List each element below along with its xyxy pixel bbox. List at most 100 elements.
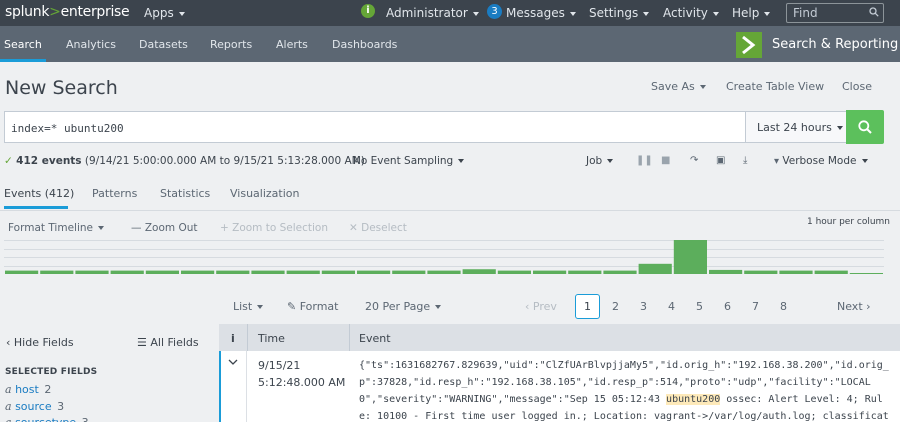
search-mode-menu[interactable]: ▾ Verbose Mode	[774, 155, 868, 167]
time-column-header[interactable]: Time	[258, 332, 285, 345]
info-column-header: i	[231, 332, 235, 345]
zoom-to-selection-button[interactable]: + Zoom to Selection	[220, 222, 328, 234]
timeline-bar[interactable]	[427, 270, 461, 274]
splunk-logo[interactable]: splunk>enterprise	[5, 4, 130, 20]
close-button[interactable]: Close	[842, 80, 872, 93]
timeline-bar[interactable]	[286, 270, 320, 274]
check-icon: ✓	[4, 155, 13, 167]
create-table-view-button[interactable]: Create Table View	[726, 80, 824, 93]
nav-reports[interactable]: Reports	[210, 38, 252, 51]
next-page-button[interactable]: Next ›	[837, 300, 871, 313]
tab-statistics[interactable]: Statistics	[160, 187, 210, 200]
hide-fields-button[interactable]: ‹ Hide Fields	[6, 336, 74, 349]
timeline-chart[interactable]	[4, 240, 884, 274]
settings-menu[interactable]: Settings	[589, 6, 650, 20]
zoom-out-button[interactable]: — Zoom Out	[131, 222, 197, 234]
time-range-picker[interactable]: Last 24 hours	[745, 111, 847, 143]
timeline-bar[interactable]	[779, 270, 813, 274]
event-time-cell: 9/15/21 5:12:48.000 AM	[258, 359, 346, 389]
field-sourcetype[interactable]: a sourcetype 3	[5, 416, 89, 422]
event-raw-text[interactable]: {"ts":1631682767.829639,"uid":"ClZfUArBl…	[359, 357, 891, 422]
timeline-bar[interactable]	[251, 270, 285, 274]
page-3[interactable]: 3	[640, 300, 647, 313]
page-6[interactable]: 6	[724, 300, 731, 313]
format-timeline-menu[interactable]: Format Timeline	[8, 222, 104, 234]
list-view-menu[interactable]: List	[233, 300, 264, 313]
active-nav-indicator	[0, 59, 46, 62]
timeline-bar[interactable]	[568, 270, 602, 274]
results-tabs: Events (412) Patterns Statistics Visuali…	[0, 178, 900, 209]
nav-analytics[interactable]: Analytics	[66, 38, 116, 51]
timeline-bar[interactable]	[321, 270, 355, 274]
chevron-down-icon[interactable]	[228, 358, 238, 366]
print-icon[interactable]: ▣	[716, 155, 725, 166]
timeline-bar[interactable]	[849, 273, 883, 274]
apps-menu[interactable]: Apps	[144, 6, 185, 20]
all-fields-button[interactable]: ☰ All Fields	[137, 336, 199, 349]
event-count: 412 events	[16, 155, 82, 167]
timeline-bar[interactable]	[673, 240, 707, 274]
field-host[interactable]: a host 2	[5, 383, 51, 396]
format-button[interactable]: ✎ Format	[287, 300, 338, 313]
help-menu[interactable]: Help	[732, 6, 771, 20]
nav-datasets[interactable]: Datasets	[139, 38, 188, 51]
timeline-bar[interactable]	[5, 270, 39, 274]
timeline-bar[interactable]	[110, 270, 144, 274]
page-4[interactable]: 4	[668, 300, 675, 313]
per-page-menu[interactable]: 20 Per Page	[365, 300, 442, 313]
stop-icon[interactable]: ■	[661, 155, 670, 166]
tab-events[interactable]: Events (412)	[4, 187, 74, 200]
timeline-bar[interactable]	[75, 270, 109, 274]
activity-menu[interactable]: Activity	[663, 6, 719, 20]
tab-patterns[interactable]: Patterns	[92, 187, 137, 200]
timeline-bar[interactable]	[216, 270, 250, 274]
nav-search[interactable]: Search	[4, 38, 42, 51]
export-icon[interactable]: ⤓	[743, 155, 747, 166]
timeline-scale-label: 1 hour per column	[807, 217, 891, 227]
page-1-current[interactable]: 1	[575, 294, 600, 319]
app-name: Search & Reporting	[772, 37, 899, 52]
page-7[interactable]: 7	[752, 300, 759, 313]
app-bar: Search Analytics Datasets Reports Alerts…	[0, 26, 900, 62]
timeline-bar[interactable]	[40, 270, 74, 274]
timeline-bar[interactable]	[709, 269, 743, 274]
timeline-bar[interactable]	[181, 270, 215, 274]
timeline-bar[interactable]	[533, 270, 567, 274]
administrator-menu[interactable]: Administrator	[386, 6, 479, 20]
page-2[interactable]: 2	[612, 300, 619, 313]
page-5[interactable]: 5	[696, 300, 703, 313]
timeline-bar[interactable]	[462, 269, 496, 274]
list-icon: ☰	[137, 336, 147, 349]
prev-page-button[interactable]: ‹ Prev	[525, 300, 557, 313]
timeline-bar[interactable]	[603, 270, 637, 274]
timeline-bar[interactable]	[638, 263, 672, 274]
nav-alerts[interactable]: Alerts	[276, 38, 308, 51]
save-as-menu[interactable]: Save As	[651, 80, 706, 93]
timeline-bar[interactable]	[392, 270, 426, 274]
find-search-icon[interactable]	[869, 7, 879, 17]
time-range-text: (9/14/21 5:00:00.000 AM to 9/15/21 5:13:…	[84, 155, 365, 167]
search-button[interactable]	[846, 110, 884, 144]
nav-dashboards[interactable]: Dashboards	[332, 38, 397, 51]
job-menu[interactable]: Job	[586, 155, 614, 167]
timeline-bar[interactable]	[497, 270, 531, 274]
timeline-bar[interactable]	[744, 270, 778, 274]
messages-menu[interactable]: Messages	[506, 6, 576, 20]
pencil-icon: ✎	[287, 300, 297, 313]
timeline-bar[interactable]	[145, 270, 179, 274]
event-column-header[interactable]: Event	[359, 332, 391, 345]
timeline-bar[interactable]	[357, 270, 391, 274]
search-query-input[interactable]: index=* ubuntu200	[4, 111, 746, 143]
column-divider	[349, 324, 350, 351]
page-8[interactable]: 8	[780, 300, 787, 313]
event-sampling-menu[interactable]: No Event Sampling	[353, 155, 465, 167]
deselect-button[interactable]: ✕ Deselect	[349, 222, 407, 234]
tab-visualization[interactable]: Visualization	[230, 187, 299, 200]
admin-info-icon: i	[361, 4, 375, 18]
share-icon[interactable]: ↷	[690, 155, 698, 166]
timeline-bar[interactable]	[814, 270, 848, 274]
field-source[interactable]: a source 3	[5, 400, 64, 413]
pause-icon[interactable]: ❚❚	[636, 155, 653, 166]
search-term-highlight[interactable]: ubuntu200	[666, 394, 721, 405]
page-title: New Search	[5, 77, 118, 99]
